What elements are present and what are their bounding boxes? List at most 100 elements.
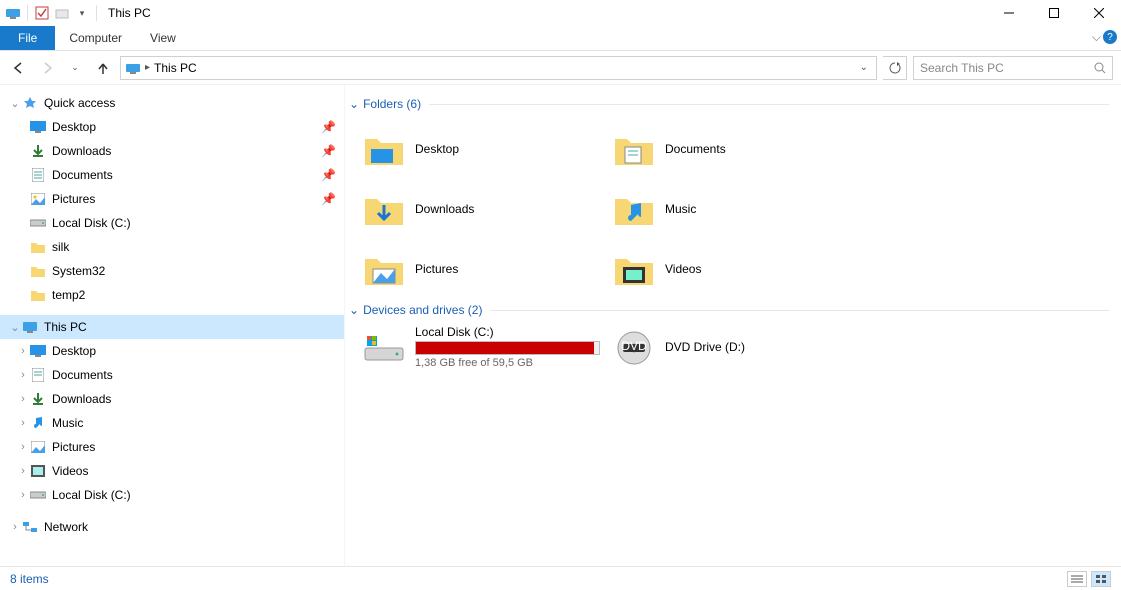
folder-tile-videos[interactable]: Videos [613, 239, 863, 299]
music-icon [30, 415, 46, 431]
music-folder-icon [613, 188, 655, 230]
sidebar-item-system32[interactable]: System32 [0, 259, 344, 283]
large-icons-view-button[interactable] [1091, 571, 1111, 587]
tab-file[interactable]: File [0, 26, 55, 50]
sidebar-item-label: Documents [52, 168, 113, 182]
desktop-icon [30, 119, 46, 135]
new-folder-qat-icon[interactable] [53, 4, 71, 22]
qat-dropdown-icon[interactable]: ▾ [73, 4, 91, 22]
minimize-button[interactable] [986, 0, 1031, 26]
folders-group-header[interactable]: ⌄ Folders (6) [349, 97, 1109, 111]
drive-tile-dvd[interactable]: DVD DVD Drive (D:) [613, 325, 863, 369]
expand-icon[interactable]: › [16, 417, 30, 429]
expand-icon[interactable]: › [16, 345, 30, 357]
window-title: This PC [108, 6, 151, 20]
tile-label: Desktop [415, 142, 459, 156]
drives-group-header[interactable]: ⌄ Devices and drives (2) [349, 303, 1109, 317]
tab-computer[interactable]: Computer [55, 26, 136, 50]
expand-icon[interactable]: ⌄ [8, 97, 22, 110]
sidebar-item-label: Downloads [52, 144, 111, 158]
close-button[interactable] [1076, 0, 1121, 26]
sidebar-item-pictures[interactable]: Pictures 📌 [0, 187, 344, 211]
drive-icon [30, 487, 46, 503]
local-disk-icon [363, 327, 405, 369]
pin-icon: 📌 [321, 120, 336, 134]
expand-icon[interactable]: › [8, 521, 22, 533]
sidebar-item-label: Videos [52, 464, 88, 478]
help-icon[interactable]: ? [1103, 30, 1117, 44]
ribbon-collapse-icon[interactable]: ⌵ [1092, 30, 1101, 45]
sidebar-item-videos-pc[interactable]: › Videos [0, 459, 344, 483]
sidebar-item-label: Downloads [52, 392, 111, 406]
network-icon [22, 519, 38, 535]
drive-label: DVD Drive (D:) [665, 340, 745, 354]
sidebar-quick-access[interactable]: ⌄ Quick access [0, 91, 344, 115]
expand-icon[interactable]: › [16, 369, 30, 381]
sidebar-item-downloads[interactable]: Downloads 📌 [0, 139, 344, 163]
sidebar-item-pictures-pc[interactable]: › Pictures [0, 435, 344, 459]
sidebar-item-local-disk-pc[interactable]: › Local Disk (C:) [0, 483, 344, 507]
expand-icon[interactable]: › [16, 489, 30, 501]
folder-tile-music[interactable]: Music [613, 179, 863, 239]
desktop-folder-icon [363, 128, 405, 170]
folder-tile-desktop[interactable]: Desktop [363, 119, 613, 179]
properties-qat-icon[interactable] [33, 4, 51, 22]
tab-view[interactable]: View [136, 26, 190, 50]
sidebar-item-downloads-pc[interactable]: › Downloads [0, 387, 344, 411]
documents-icon [30, 167, 46, 183]
sidebar-item-desktop[interactable]: Desktop 📌 [0, 115, 344, 139]
breadcrumb-chevron-icon[interactable]: ▸ [145, 62, 150, 73]
dvd-drive-icon: DVD [613, 327, 655, 369]
qat-divider [27, 5, 28, 21]
back-button[interactable] [8, 57, 30, 79]
sidebar-item-label: temp2 [52, 288, 85, 302]
recent-locations-button[interactable]: ⌄ [64, 57, 86, 79]
sidebar-item-documents-pc[interactable]: › Documents [0, 363, 344, 387]
maximize-button[interactable] [1031, 0, 1076, 26]
sidebar-item-label: Pictures [52, 192, 95, 206]
videos-icon [30, 463, 46, 479]
sidebar-this-pc[interactable]: ⌄ This PC [0, 315, 344, 339]
details-view-button[interactable] [1067, 571, 1087, 587]
sidebar-network[interactable]: › Network [0, 515, 344, 539]
folder-icon [30, 239, 46, 255]
forward-button[interactable] [36, 57, 58, 79]
sidebar-item-desktop-pc[interactable]: › Desktop [0, 339, 344, 363]
folder-tile-pictures[interactable]: Pictures [363, 239, 613, 299]
folder-tile-downloads[interactable]: Downloads [363, 179, 613, 239]
sidebar-item-label: Documents [52, 368, 113, 382]
pictures-icon [30, 191, 46, 207]
address-bar[interactable]: ▸ This PC ⌄ [120, 56, 877, 80]
sidebar-item-documents[interactable]: Documents 📌 [0, 163, 344, 187]
drive-tile-local-disk[interactable]: Local Disk (C:) 1,38 GB free of 59,5 GB [363, 325, 613, 369]
downloads-icon [30, 143, 46, 159]
up-button[interactable] [92, 57, 114, 79]
folder-icon [30, 263, 46, 279]
search-box[interactable]: Search This PC [913, 56, 1113, 80]
folder-tile-documents[interactable]: Documents [613, 119, 863, 179]
sidebar-item-label: Local Disk (C:) [52, 216, 131, 230]
pin-icon: 📌 [321, 144, 336, 158]
ribbon-tabs: File Computer View ⌵ ? [0, 26, 1121, 51]
documents-icon [30, 367, 46, 383]
drive-icon [30, 215, 46, 231]
expand-icon[interactable]: › [16, 393, 30, 405]
tile-label: Music [665, 202, 696, 216]
sidebar-item-music-pc[interactable]: › Music [0, 411, 344, 435]
content-pane: ⌄ Folders (6) Desktop Documents Download… [345, 85, 1121, 566]
expand-icon[interactable]: ⌄ [8, 321, 22, 334]
address-dropdown-icon[interactable]: ⌄ [856, 62, 872, 73]
breadcrumb-location[interactable]: This PC [154, 61, 197, 75]
tile-label: Downloads [415, 202, 474, 216]
refresh-button[interactable] [883, 56, 907, 80]
expand-icon[interactable]: › [16, 465, 30, 477]
sidebar-item-silk[interactable]: silk [0, 235, 344, 259]
sidebar-item-label: Desktop [52, 120, 96, 134]
sidebar-item-local-disk[interactable]: Local Disk (C:) [0, 211, 344, 235]
quick-access-icon [22, 95, 38, 111]
folders-header-label: Folders (6) [363, 97, 421, 111]
expand-icon[interactable]: › [16, 441, 30, 453]
pictures-folder-icon [363, 248, 405, 290]
sidebar-item-temp2[interactable]: temp2 [0, 283, 344, 307]
capacity-bar [415, 341, 600, 355]
